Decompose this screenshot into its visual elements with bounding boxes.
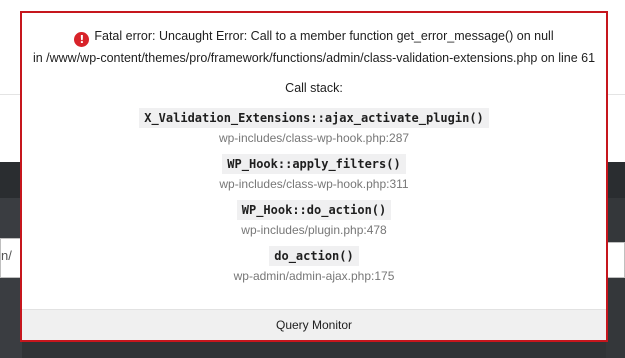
frame-file: wp-includes/class-wp-hook.php:287 xyxy=(218,131,410,145)
query-monitor-label: Query Monitor xyxy=(275,318,353,332)
call-stack-frame: WP_Hook::apply_filters() wp-includes/cla… xyxy=(22,154,606,200)
error-location: in /www/wp-content/themes/pro/framework/… xyxy=(32,51,596,65)
call-stack-title: Call stack: xyxy=(285,81,343,95)
call-stack-frame: do_action() wp-admin/admin-ajax.php:175 xyxy=(22,246,606,292)
call-stack-frame: X_Validation_Extensions::ajax_activate_p… xyxy=(22,108,606,154)
frame-function: X_Validation_Extensions::ajax_activate_p… xyxy=(139,108,489,128)
page: n/ ! Fatal error: Uncaught Error: Call to… xyxy=(0,0,625,358)
error-message: ! Fatal error: Uncaught Error: Call to a … xyxy=(22,29,606,47)
error-message-text: Fatal error: Uncaught Error: Call to a m… xyxy=(94,29,554,43)
background-left-panel xyxy=(0,198,22,358)
frame-function: do_action() xyxy=(269,246,359,266)
query-monitor-footer[interactable]: Query Monitor xyxy=(22,309,606,340)
frame-file: wp-includes/class-wp-hook.php:311 xyxy=(219,177,409,191)
background-right-panel xyxy=(606,198,625,358)
error-circle-icon: ! xyxy=(74,32,90,47)
background-left-input-text: n/ xyxy=(1,248,12,263)
call-stack-list: X_Validation_Extensions::ajax_activate_p… xyxy=(22,108,606,292)
call-stack-frame: WP_Hook::do_action() wp-includes/plugin.… xyxy=(22,200,606,246)
frame-file: wp-includes/plugin.php:478 xyxy=(241,223,387,237)
fatal-error-dialog: ! Fatal error: Uncaught Error: Call to a … xyxy=(20,11,608,342)
frame-function: WP_Hook::apply_filters() xyxy=(222,154,406,174)
frame-file: wp-admin/admin-ajax.php:175 xyxy=(233,269,395,283)
frame-function: WP_Hook::do_action() xyxy=(236,200,392,220)
